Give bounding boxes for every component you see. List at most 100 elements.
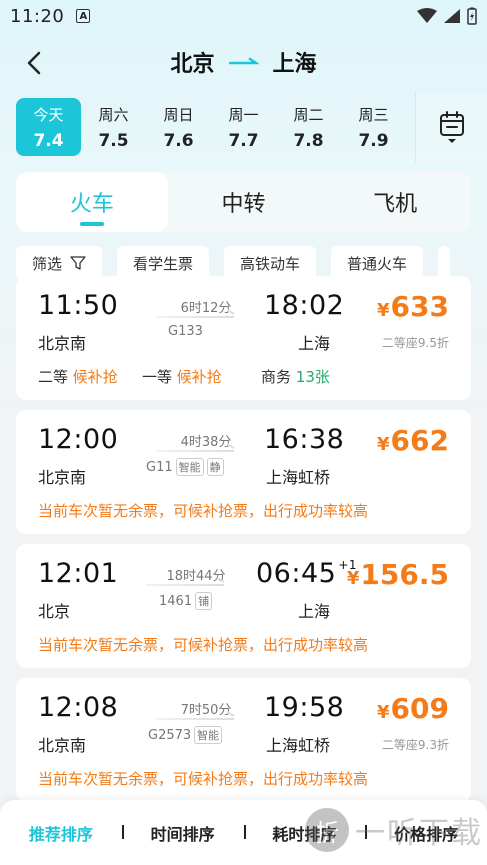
route-arrow-icon [228, 57, 259, 65]
wifi-icon [417, 8, 437, 23]
price: ¥633 [377, 290, 449, 323]
waitlist-notice: 当前车次暂无余票，可候补抢票，出行成功率较高 [38, 636, 369, 654]
train-number-text: 1461 [159, 593, 193, 609]
route-title[interactable]: 北京 上海 [170, 46, 316, 78]
train-tag: 铺 [195, 592, 213, 610]
departure-time: 12:00 [38, 424, 119, 455]
filter-button[interactable]: 筛选 [16, 246, 103, 280]
calendar-button[interactable] [415, 92, 487, 162]
arrival-time: 19:58 [264, 692, 345, 723]
train-number-text: G133 [168, 324, 203, 339]
duration: 6时12分 [180, 301, 232, 316]
date-item[interactable]: 周二 7.8 [276, 98, 341, 156]
date-item[interactable]: 周日 7.6 [146, 98, 211, 156]
train-tag: 静 [206, 458, 224, 476]
currency-symbol: ¥ [377, 434, 390, 455]
seat-status: 候补抢 [72, 368, 118, 386]
date-day: 7.8 [293, 130, 324, 151]
duration: 18时44分 [166, 569, 226, 584]
price: ¥156.5 [347, 558, 449, 591]
duration: 4时38分 [180, 435, 232, 450]
date-weekday: 周三 [358, 105, 389, 124]
departure-station: 北京南 [38, 334, 87, 353]
status-bar: 11:20 A [0, 0, 487, 32]
waitlist-notice: 当前车次暂无余票，可候补抢票，出行成功率较高 [38, 770, 369, 788]
discount-info: 二等座9.3折 [381, 738, 449, 752]
status-time: 11:20 [10, 5, 65, 27]
route-line [156, 450, 234, 452]
transport-tabs: 火车 中转 飞机 [16, 172, 471, 232]
train-number: 1461 铺 [159, 592, 213, 610]
back-arrow-icon[interactable] [22, 50, 48, 76]
date-day: 7.6 [163, 130, 194, 151]
seat-status: 13张 [295, 368, 330, 386]
price-value: 633 [390, 290, 449, 323]
train-card[interactable]: 12:00 北京南 4时38分 G11 智能 静 16:38 上海虹桥 ¥662… [16, 410, 471, 534]
currency-symbol: ¥ [377, 300, 390, 321]
seat-label: 二等 [38, 368, 69, 386]
date-weekday: 周二 [293, 105, 324, 124]
route-line [156, 316, 234, 318]
tab-flight[interactable]: 飞机 [319, 172, 471, 232]
train-tag: 智能 [194, 726, 223, 744]
filter-normal-train[interactable]: 普通火车 [331, 246, 424, 280]
sort-by-time[interactable]: 时间排序 [121, 821, 244, 845]
arrival-time: 16:38 [264, 424, 345, 455]
date-weekday: 周一 [228, 105, 259, 124]
currency-symbol: ¥ [377, 702, 390, 723]
train-card[interactable]: 11:50 北京南 6时12分 G133 18:02 上海 ¥633 二等座9.… [16, 276, 471, 400]
train-tag: 智能 [175, 458, 204, 476]
train-number: G11 智能 静 [146, 458, 224, 476]
date-item-today[interactable]: 今天 7.4 [16, 98, 81, 156]
arrival-station: 上海虹桥 [266, 468, 331, 487]
filter-highspeed[interactable]: 高铁动车 [224, 246, 317, 280]
header: 北京 上海 [0, 32, 487, 92]
train-number-text: G11 [146, 459, 173, 475]
status-icons [417, 7, 477, 25]
waitlist-notice: 当前车次暂无余票，可候补抢票，出行成功率较高 [38, 502, 369, 520]
departure-time: 12:01 [38, 558, 119, 589]
date-weekday: 今天 [33, 105, 64, 124]
funnel-icon [70, 256, 86, 270]
train-card[interactable]: 12:01 北京 18时44分 1461 铺 06:45 +1 上海 ¥156.5… [16, 544, 471, 668]
date-weekday: 周日 [163, 105, 194, 124]
price-value: 662 [390, 424, 449, 457]
price-value: 156.5 [360, 558, 449, 591]
seat-business-class: 商务 13张 [261, 366, 330, 387]
duration: 7时50分 [180, 703, 232, 718]
to-city: 上海 [272, 52, 317, 77]
departure-time: 11:50 [38, 290, 119, 321]
sort-recommended[interactable]: 推荐排序 [0, 821, 122, 845]
train-card[interactable]: 12:08 北京南 7时50分 G2573 智能 19:58 上海虹桥 ¥609… [16, 678, 471, 802]
train-number-text: G2573 [148, 727, 192, 743]
calendar-icon [439, 111, 464, 143]
notification-a-icon: A [76, 9, 91, 23]
date-day: 7.7 [228, 130, 259, 151]
battery-icon [467, 7, 477, 25]
date-item[interactable]: 周一 7.7 [211, 98, 276, 156]
watermark: 折 一听下载 [305, 808, 483, 852]
tab-train[interactable]: 火车 [16, 172, 168, 232]
date-day: 7.5 [98, 130, 129, 151]
arrival-time-text: 06:45 [256, 558, 337, 589]
date-item[interactable]: 周六 7.5 [81, 98, 146, 156]
route-line [146, 584, 224, 586]
filter-student-ticket[interactable]: 看学生票 [117, 246, 210, 280]
watermark-logo: 折 [305, 808, 349, 852]
seat-label: 商务 [261, 368, 292, 386]
date-strip: 今天 7.4 周六 7.5 周日 7.6 周一 7.7 周二 7.8 周三 7.… [0, 92, 487, 162]
arrival-station: 上海 [298, 334, 331, 353]
date-day: 7.9 [358, 130, 389, 151]
arrival-time: 06:45 +1 [256, 558, 357, 589]
seat-first-class: 一等 候补抢 [142, 366, 222, 387]
train-number: G133 [168, 324, 203, 339]
filter-more[interactable] [438, 246, 451, 280]
departure-station: 北京南 [38, 736, 87, 755]
seat-status: 候补抢 [176, 368, 222, 386]
price-value: 609 [390, 692, 449, 725]
date-item[interactable]: 周三 7.9 [341, 98, 406, 156]
signal-icon [444, 9, 460, 23]
price: ¥662 [377, 424, 449, 457]
filter-bar: 筛选 看学生票 高铁动车 普通火车 [16, 246, 487, 280]
tab-transfer[interactable]: 中转 [168, 172, 320, 232]
